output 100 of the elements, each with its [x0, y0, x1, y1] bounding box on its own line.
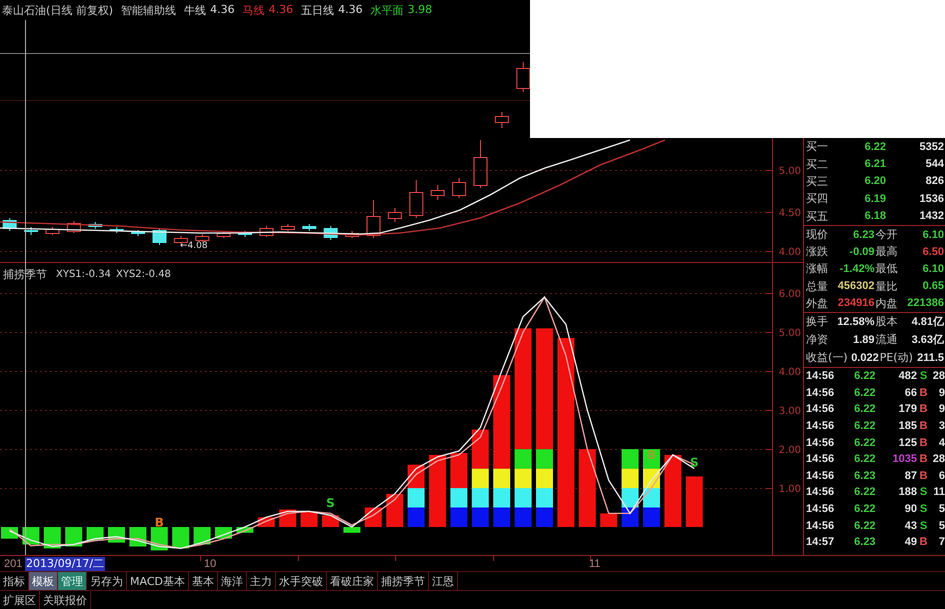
- tick-trades: 5: [938, 502, 945, 515]
- quote-value: 211.5: [916, 352, 944, 364]
- tick-volume: 188: [898, 486, 917, 498]
- panel-button[interactable]: 扩展区: [0, 591, 40, 609]
- quote-label: 净资: [806, 332, 828, 348]
- tick-trades: 9: [938, 403, 945, 416]
- tick-side: S: [918, 502, 928, 515]
- quote-label: 内盘: [876, 296, 898, 311]
- indicator-tab[interactable]: 主力: [246, 572, 276, 590]
- signal-label: B: [154, 515, 164, 530]
- order-volume: 544: [924, 158, 944, 170]
- candlestick: [2, 218, 17, 232]
- candlestick: [216, 230, 231, 238]
- tick-price: 6.22: [853, 453, 876, 466]
- candlestick: [152, 228, 166, 246]
- tick-time: 14:56: [806, 502, 834, 515]
- indicator-tab[interactable]: 江恩: [428, 572, 458, 590]
- indicator-tab[interactable]: 管理: [58, 572, 87, 590]
- tick-price: 6.22: [853, 386, 876, 399]
- order-price: 6.20: [864, 175, 886, 188]
- quote-label: 最低: [876, 261, 898, 276]
- quote-label: PE(动): [880, 350, 913, 366]
- candlestick: [110, 226, 124, 234]
- tick-volume: 1035: [892, 453, 917, 466]
- indicator-tab[interactable]: MACD基本: [127, 572, 189, 590]
- tick-time: 14:56: [806, 436, 834, 449]
- indicator-name: 智能辅助线: [121, 2, 176, 18]
- candlestick: [409, 180, 424, 218]
- quote-label: 量比: [876, 278, 898, 294]
- candlestick: [430, 184, 445, 200]
- candlestick: [516, 62, 530, 92]
- candlestick: [195, 234, 210, 242]
- quote-label: 外盘: [806, 296, 828, 311]
- tick-volume: 90: [904, 502, 917, 515]
- quote-value: -1.42%: [838, 262, 874, 275]
- line-value: 3.98: [408, 2, 432, 18]
- indicator-tab[interactable]: 看破庄家: [326, 572, 378, 590]
- indicator-tab[interactable]: 海洋: [218, 572, 247, 590]
- candlestick: [474, 140, 488, 188]
- tick-price: 6.22: [853, 502, 876, 515]
- quote-value: 456302: [836, 280, 874, 292]
- tick-time: 14:56: [806, 453, 834, 466]
- histogram-bar: [408, 464, 425, 527]
- indicator-tab[interactable]: 模板: [29, 572, 58, 590]
- order-volume: 5352: [918, 140, 944, 153]
- histogram-bar: [1, 527, 18, 539]
- candlestick: [366, 200, 380, 238]
- quote-label: 股本: [876, 314, 898, 330]
- tick-side: S: [918, 486, 928, 498]
- histogram-bar: [44, 527, 61, 548]
- indicator-reading: XYS1:-0.34: [56, 269, 111, 280]
- indicator-tab[interactable]: 基本: [188, 572, 218, 590]
- indicator-tab[interactable]: 捕捞季节: [378, 572, 429, 590]
- candlestick: [280, 224, 295, 232]
- tick-trades: 5: [938, 520, 945, 532]
- quote-value: 0.65: [922, 280, 944, 292]
- histogram-bar: [172, 527, 190, 548]
- line-name: 五日线: [301, 2, 334, 18]
- histogram-bar: [600, 513, 618, 527]
- tick-side: B: [918, 536, 928, 548]
- signal-label: S: [690, 456, 699, 470]
- histogram-bar: [686, 476, 703, 527]
- tick-time: 14:56: [806, 420, 834, 432]
- tick-volume: 49: [904, 536, 917, 548]
- panel-button[interactable]: 关联报价: [40, 591, 91, 609]
- axis-label: 3.00: [778, 406, 801, 417]
- candlestick: [131, 230, 146, 236]
- tick-volume: 87: [904, 470, 917, 482]
- quote-value: 1.89: [852, 334, 874, 346]
- tick-trades: 9: [938, 386, 945, 399]
- indicator-tab[interactable]: 水手突破: [276, 572, 327, 590]
- tick-time: 14:56: [806, 470, 834, 482]
- candlestick: [388, 208, 402, 222]
- line-name: 水平面: [370, 2, 404, 18]
- tick-volume: 125: [898, 436, 917, 449]
- date-label: 10: [204, 557, 216, 571]
- candlestick: [238, 230, 252, 238]
- order-price: 6.18: [864, 210, 886, 222]
- axis-label: 5.00: [778, 166, 801, 177]
- line-value: 4.36: [338, 2, 363, 18]
- candlestick: [66, 220, 81, 234]
- candlestick: [494, 112, 509, 128]
- axis-label: 4.00: [778, 247, 801, 258]
- signal-label: S: [326, 496, 335, 510]
- line-value: 4.36: [268, 2, 294, 18]
- tick-volume: 66: [904, 386, 917, 399]
- signal-label: B: [646, 448, 656, 462]
- tick-trades: 11: [932, 486, 945, 498]
- tick-volume: 179: [898, 403, 917, 416]
- histogram-bar: [65, 527, 82, 546]
- indicator-reading: XYS2:-0.48: [116, 269, 171, 280]
- tick-volume: 185: [898, 420, 917, 432]
- tick-time: 14:57: [806, 536, 834, 548]
- tick-side: B: [918, 453, 928, 466]
- quote-label: 收益(一): [806, 350, 848, 366]
- order-price: 6.22: [864, 140, 886, 153]
- histogram-bar: [386, 494, 404, 527]
- axis-label: 4.00: [778, 367, 801, 378]
- tick-price: 6.23: [853, 470, 876, 482]
- indicator-tab[interactable]: 另存为: [87, 572, 127, 590]
